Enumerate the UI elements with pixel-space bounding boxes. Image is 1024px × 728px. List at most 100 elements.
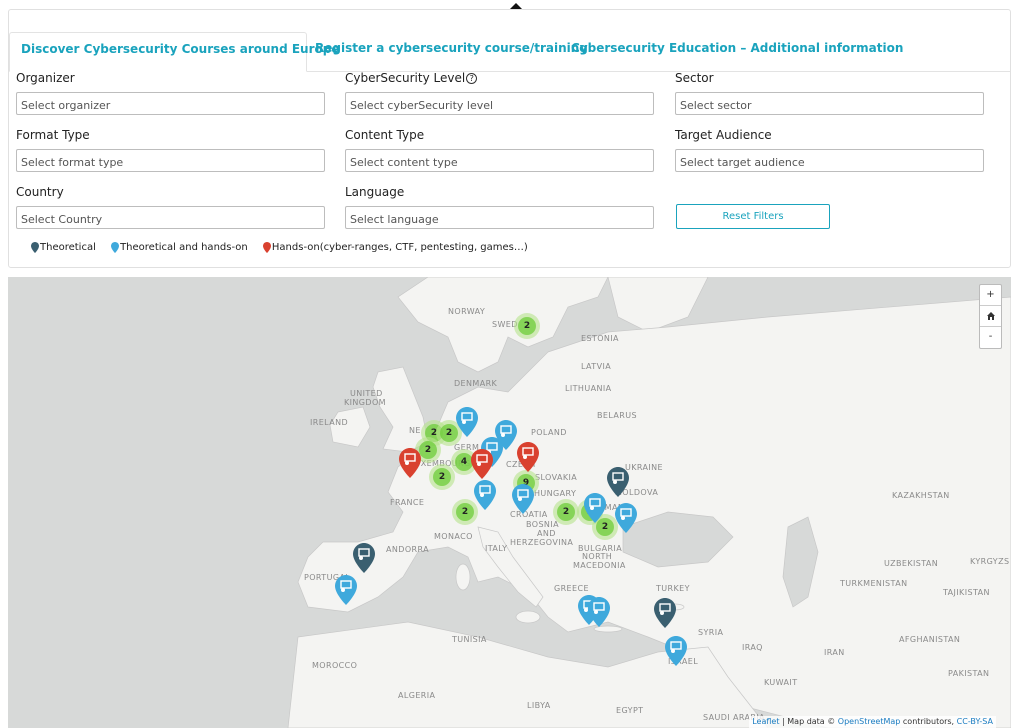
language-label: Language (345, 185, 405, 199)
tab-additional-information[interactable]: Cybersecurity Education – Additional inf… (571, 32, 903, 71)
theoretical-pin-icon[interactable] (654, 598, 676, 628)
land-sicily (515, 610, 541, 624)
map-label-north-macedonia-2: MACEDONIA (573, 561, 626, 570)
theoretical-pin-icon[interactable] (353, 543, 375, 573)
map-label-bosnia-2: AND (537, 529, 556, 538)
map-label-ukraine: UKRAINE (625, 463, 664, 472)
hands-on-pin-icon[interactable] (517, 442, 539, 472)
map-label-france: FRANCE (390, 498, 425, 507)
map-label-iran: IRAN (824, 648, 845, 657)
map-label-slovakia: SLOVAKIA (535, 473, 578, 482)
map-label-kazakhstan: KAZAKHSTAN (892, 491, 950, 500)
home-button[interactable] (980, 306, 1001, 327)
format-type-label: Format Type (16, 128, 90, 142)
map-label-uzbekistan: UZBEKISTAN (884, 559, 939, 568)
leaflet-link[interactable]: Leaflet (752, 717, 779, 726)
cluster-count: 2 (433, 468, 451, 486)
theoretical-hands-on-pin-icon[interactable] (665, 636, 687, 666)
map-label-denmark: DENMARK (454, 379, 498, 388)
theoretical-hands-on-pin-icon[interactable] (474, 480, 496, 510)
theoretical-pin-icon[interactable] (607, 467, 629, 497)
map-label-libya: LIBYA (527, 701, 551, 710)
zoom-out-button[interactable]: - (980, 327, 1001, 348)
map-label-algeria: ALGERIA (398, 691, 436, 700)
home-icon (986, 312, 995, 320)
legend-item-theoretical-hands-on: Theoretical and hands-on (111, 242, 248, 253)
hands-on-pin-icon[interactable] (471, 449, 493, 479)
theoretical-hands-on-pin-icon[interactable] (584, 493, 606, 523)
format-type-select[interactable]: Select format type (16, 149, 325, 172)
legend: Theoretical Theoretical and hands-on Han… (31, 242, 540, 258)
theoretical-hands-on-pin-icon[interactable] (588, 597, 610, 627)
map-label-kyrgyzstan: KYRGYZS (970, 557, 1010, 566)
map-label-morocco: MOROCCO (312, 661, 358, 670)
zoom-in-button[interactable]: + (980, 285, 1001, 306)
tab-bar: Discover Cybersecurity Courses around Eu… (9, 32, 1010, 72)
question-circle-icon[interactable]: ? (466, 73, 478, 84)
legend-label: Theoretical (40, 242, 96, 253)
country-select[interactable]: Select Country (16, 206, 325, 229)
map-label-north-macedonia-1: NORTH (582, 552, 613, 561)
map-label-syria: SYRIA (698, 628, 724, 637)
cluster-count: 2 (518, 317, 536, 335)
target-audience-select[interactable]: Select target audience (675, 149, 984, 172)
land-sardinia (455, 563, 471, 591)
theoretical-hands-on-pin-icon[interactable] (615, 503, 637, 533)
hands-on-pin-icon[interactable] (399, 448, 421, 478)
map-attribution: Leaflet | Map data © OpenStreetMap contr… (749, 716, 996, 728)
cybersecurity-level-label: CyberSecurity Level? (345, 71, 478, 85)
theoretical-hands-on-pin-icon[interactable] (335, 575, 357, 605)
map-label-greece: GREECE (554, 584, 589, 593)
legend-label: Theoretical and hands-on (120, 242, 248, 253)
map-label-hungary: HUNGARY (534, 489, 577, 498)
page: Discover Cybersecurity Courses around Eu… (0, 0, 1024, 728)
country-label: Country (16, 185, 64, 199)
tab-discover-courses[interactable]: Discover Cybersecurity Courses around Eu… (9, 32, 339, 72)
cluster-count: 2 (419, 441, 437, 459)
cluster-marker[interactable]: 2 (514, 313, 540, 339)
map-label-netherlands: NE (409, 426, 421, 435)
reset-filters-button[interactable]: Reset Filters (676, 204, 830, 229)
map-label-pakistan: PAKISTAN (948, 669, 990, 678)
map-label-andorra: ANDORRA (386, 545, 429, 554)
organizer-label: Organizer (16, 71, 75, 85)
map-label-belarus: BELARUS (597, 411, 637, 420)
license-link[interactable]: CC-BY-SA (957, 717, 993, 726)
map-label-iraq: IRAQ (742, 643, 763, 652)
map-label-lithuania: LITHUANIA (565, 384, 612, 393)
language-select[interactable]: Select language (345, 206, 654, 229)
sector-select[interactable]: Select sector (675, 92, 984, 115)
hands-on-pin-icon (262, 242, 271, 253)
theoretical-hands-on-pin-icon[interactable] (456, 407, 478, 437)
map-label-afghanistan: AFGHANISTAN (899, 635, 961, 644)
cluster-count: 2 (557, 503, 575, 521)
map-label-united-kingdom-2: KINGDOM (344, 398, 386, 407)
map-label-ireland: IRELAND (310, 418, 349, 427)
map-label-united-kingdom-1: UNITED (350, 389, 383, 398)
openstreetmap-link[interactable]: OpenStreetMap (838, 717, 901, 726)
map-label-turkmenistan: TURKMENISTAN (840, 579, 908, 588)
map-label-poland: POLAND (531, 428, 567, 437)
cluster-marker[interactable]: 2 (429, 464, 455, 490)
course-map[interactable]: NORWAY SWED ESTONIA LATVIA LITHUANIA DEN… (8, 277, 1011, 728)
legend-item-theoretical: Theoretical (31, 242, 96, 253)
content-type-select[interactable]: Select content type (345, 149, 654, 172)
tab-register-course[interactable]: Register a cybersecurity course/training (315, 32, 588, 71)
filter-panel: Discover Cybersecurity Courses around Eu… (8, 9, 1011, 268)
map-label-norway: NORWAY (448, 307, 486, 316)
organizer-select[interactable]: Select organizer (16, 92, 325, 115)
map-label-italy: ITALY (485, 544, 508, 553)
map-label-bosnia-3: HERZEGOVINA (510, 538, 574, 547)
cybersecurity-level-select[interactable]: Select cyberSecurity level (345, 92, 654, 115)
theoretical-pin-icon (31, 242, 39, 253)
map-label-kuwait: KUWAIT (764, 678, 798, 687)
map-label-tunisia: TUNISIA (452, 635, 487, 644)
attribution-separator: | Map data © (779, 717, 838, 726)
map-label-bosnia-1: BOSNIA (526, 520, 559, 529)
map-label-tajikistan: TAJIKISTAN (943, 588, 990, 597)
theoretical-hands-on-pin-icon (111, 242, 120, 253)
theoretical-hands-on-pin-icon[interactable] (512, 484, 534, 514)
legend-label: Hands-on(cyber-ranges, CTF, pentesting, … (271, 242, 528, 253)
basemap (8, 277, 1011, 728)
cluster-marker[interactable]: 2 (553, 499, 579, 525)
